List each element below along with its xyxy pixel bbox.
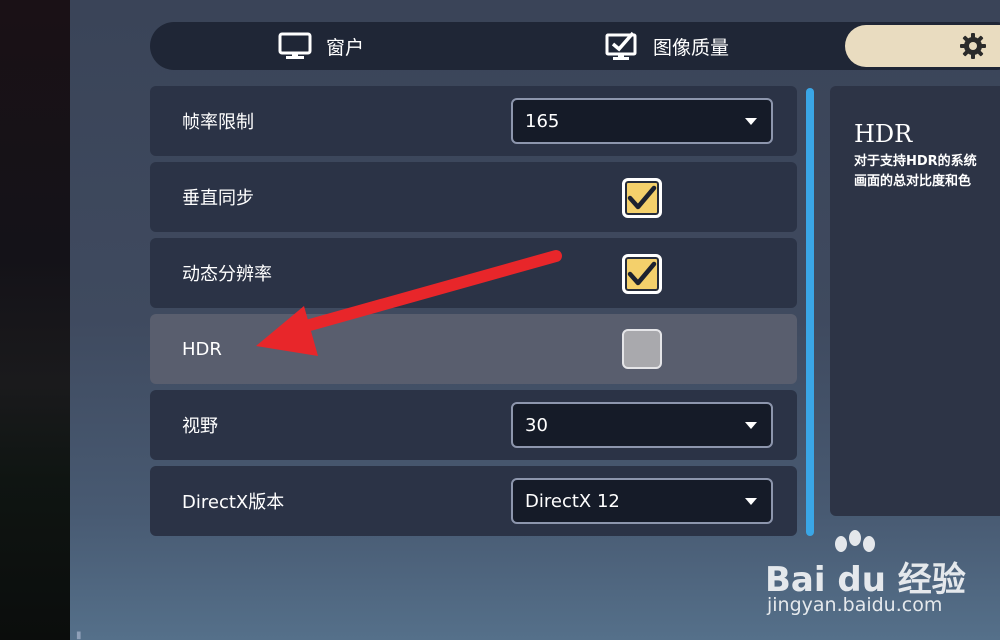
caret-down-icon bbox=[745, 498, 757, 505]
monitor-icon bbox=[278, 32, 312, 60]
tab-image-quality-label: 图像质量 bbox=[653, 36, 730, 59]
dynamic-resolution-label: 动态分辨率 bbox=[182, 264, 272, 285]
tab-settings[interactable] bbox=[845, 25, 1000, 67]
tab-window[interactable]: 窗户 bbox=[278, 22, 364, 70]
hdr-checkbox[interactable] bbox=[622, 329, 662, 369]
monitor-check-icon bbox=[605, 31, 639, 61]
checkmark-icon bbox=[627, 185, 657, 210]
description-text: 对于支持HDR的系统 画面的总对比度和色 bbox=[854, 152, 1000, 192]
fov-dropdown[interactable]: 30 bbox=[511, 402, 773, 448]
description-line-2: 画面的总对比度和色 bbox=[854, 174, 972, 189]
directx-version-dropdown[interactable]: DirectX 12 bbox=[511, 478, 773, 524]
setting-row-vsync: 垂直同步 bbox=[150, 162, 797, 232]
dynamic-resolution-checkbox[interactable] bbox=[622, 254, 662, 294]
framerate-limit-value: 165 bbox=[525, 110, 560, 132]
fov-value: 30 bbox=[525, 414, 548, 436]
framerate-limit-label: 帧率限制 bbox=[182, 112, 254, 133]
hdr-label: HDR bbox=[182, 338, 222, 360]
setting-row-dynamic-resolution: 动态分辨率 bbox=[150, 238, 797, 308]
corner-mark: ▮ bbox=[76, 630, 82, 640]
caret-down-icon bbox=[745, 118, 757, 125]
vsync-label: 垂直同步 bbox=[182, 188, 254, 209]
framerate-limit-dropdown[interactable]: 165 bbox=[511, 98, 773, 144]
description-line-1: 对于支持HDR的系统 bbox=[854, 154, 977, 169]
fov-label: 视野 bbox=[182, 416, 218, 437]
setting-row-hdr: HDR bbox=[150, 314, 797, 384]
setting-row-directx-version: DirectX版本 DirectX 12 bbox=[150, 466, 797, 536]
settings-tab-bar: 窗户 图像质量 bbox=[150, 22, 1000, 70]
vsync-checkbox[interactable] bbox=[622, 178, 662, 218]
tab-image-quality[interactable]: 图像质量 bbox=[605, 22, 729, 70]
setting-row-fov: 视野 30 bbox=[150, 390, 797, 460]
settings-scrollbar[interactable] bbox=[806, 88, 814, 536]
gear-icon bbox=[959, 32, 987, 60]
caret-down-icon bbox=[745, 422, 757, 429]
watermark-url: jingyan.baidu.com bbox=[767, 594, 943, 616]
left-background bbox=[0, 0, 70, 640]
setting-row-framerate-limit: 帧率限制 165 bbox=[150, 86, 797, 156]
directx-version-value: DirectX 12 bbox=[525, 490, 620, 512]
baidu-jingyan-watermark: Bai du 经验 jingyan.baidu.com bbox=[765, 530, 995, 630]
tab-window-label: 窗户 bbox=[326, 36, 365, 59]
checkmark-icon bbox=[627, 261, 657, 286]
description-title: HDR bbox=[854, 120, 913, 148]
description-panel: HDR 对于支持HDR的系统 画面的总对比度和色 bbox=[830, 86, 1000, 516]
directx-version-label: DirectX版本 bbox=[182, 492, 285, 513]
